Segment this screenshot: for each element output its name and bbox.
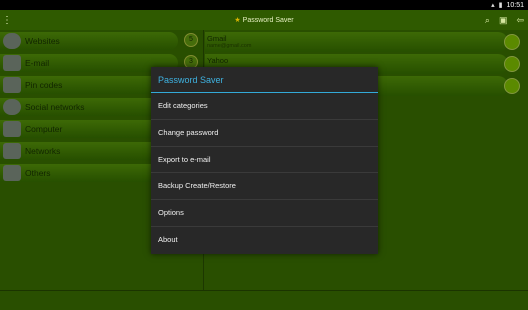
menu-item-about[interactable]: About [151,227,378,254]
dialog-title: Password Saver [151,67,378,93]
options-dialog: Password Saver Edit categories Change pa… [151,67,378,254]
star-icon: ★ [234,17,241,24]
logout-icon[interactable]: ⇦ [516,15,524,26]
status-bar: ▴ ▮ 10:51 [0,0,528,10]
menu-item-export-email[interactable]: Export to e-mail [151,147,378,174]
action-bar: ⋮ ★ Password Saver ⌕ ▣ ⇦ [0,10,528,30]
menu-item-options[interactable]: Options [151,200,378,227]
signal-icon: ▴ [491,2,495,9]
menu-item-change-password[interactable]: Change password [151,120,378,147]
lock-icon[interactable]: ▣ [499,15,508,26]
app-title: ★ Password Saver [0,16,528,24]
menu-item-edit-categories[interactable]: Edit categories [151,93,378,120]
menu-item-backup-restore[interactable]: Backup Create/Restore [151,173,378,201]
status-time: 10:51 [506,1,524,9]
search-icon[interactable]: ⌕ [485,15,490,26]
battery-icon: ▮ [498,2,503,9]
app-title-label: Password Saver [242,17,294,24]
